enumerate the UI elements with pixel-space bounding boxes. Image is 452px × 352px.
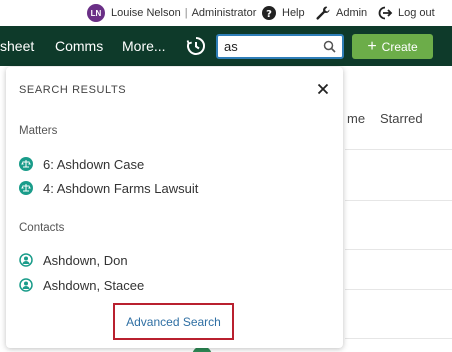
create-label: Create (381, 39, 418, 54)
row-divider (345, 149, 452, 150)
wrench-icon (316, 6, 330, 20)
person-icon (19, 278, 33, 292)
section-contacts: Contacts (19, 222, 65, 234)
close-icon[interactable] (317, 83, 329, 95)
row-divider (345, 249, 452, 250)
user-role: Administrator (191, 7, 257, 19)
scales-icon (19, 181, 33, 195)
logout-link[interactable]: Log out (376, 4, 435, 22)
row-divider (345, 338, 452, 339)
nav-item-more[interactable]: More... (122, 26, 166, 66)
logout-icon (378, 6, 393, 20)
search-input[interactable] (224, 38, 320, 55)
user-name: Louise Nelson (111, 7, 181, 19)
help-label: Help (282, 7, 305, 19)
result-matter[interactable]: 6: Ashdown Case (19, 155, 144, 173)
logout-label: Log out (398, 7, 435, 19)
scales-icon (19, 157, 33, 171)
user-menu[interactable]: LN Louise Nelson | Administrator (87, 4, 256, 22)
section-matters: Matters (19, 125, 58, 137)
result-label: 4: Ashdown Farms Lawsuit (43, 180, 199, 196)
advanced-search-link[interactable]: Advanced Search (126, 315, 221, 329)
admin-link[interactable]: Admin (315, 4, 367, 22)
search-results-title: SEARCH RESULTS (19, 84, 127, 96)
admin-label: Admin (336, 7, 368, 19)
tab-starred[interactable]: Starred (380, 111, 423, 126)
nav-item-comms[interactable]: Comms (55, 26, 103, 66)
result-label: Ashdown, Stacee (43, 277, 145, 293)
search-results-dropdown: SEARCH RESULTS Matters 6: Ashdown Case 4… (6, 67, 343, 348)
row-divider (345, 289, 452, 290)
user-role-separator: | (184, 7, 188, 19)
main-nav-bar: sheet Comms More... + Create (0, 26, 452, 66)
nav-item-timesheet[interactable]: sheet (0, 26, 34, 66)
help-icon: ? (262, 6, 276, 20)
create-button[interactable]: + Create (352, 34, 433, 59)
row-divider (345, 200, 452, 201)
help-link[interactable]: ? Help (261, 4, 305, 22)
result-contact[interactable]: Ashdown, Stacee (19, 276, 144, 294)
tab-name[interactable]: me (347, 111, 365, 126)
result-label: Ashdown, Don (43, 252, 128, 268)
advanced-search-highlight: Advanced Search (113, 303, 234, 340)
person-icon (19, 253, 33, 267)
global-search[interactable] (216, 34, 344, 59)
avatar: LN (87, 4, 105, 22)
timer-icon[interactable] (185, 35, 207, 57)
result-contact[interactable]: Ashdown, Don (19, 251, 128, 269)
plus-icon: + (367, 37, 377, 55)
result-label: 6: Ashdown Case (43, 156, 145, 172)
result-matter[interactable]: 4: Ashdown Farms Lawsuit (19, 179, 198, 197)
top-utility-bar: LN Louise Nelson | Administrator ? Help … (0, 0, 452, 26)
search-icon[interactable] (323, 40, 336, 53)
svg-text:?: ? (266, 9, 272, 20)
